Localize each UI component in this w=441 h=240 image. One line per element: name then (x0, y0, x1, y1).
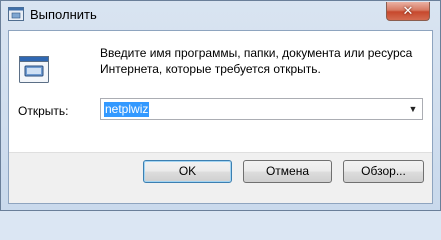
window-title: Выполнить (30, 7, 97, 22)
dialog-body: Введите имя программы, папки, документа … (8, 30, 433, 204)
cancel-button[interactable]: Отмена (243, 160, 332, 183)
run-dialog: Выполнить ✕ Введите имя программы, папки… (0, 0, 441, 211)
run-app-icon (8, 7, 24, 21)
title-bar: Выполнить ✕ (1, 1, 440, 29)
description-text: Введите имя программы, папки, документа … (100, 46, 413, 76)
open-label: Открыть: (18, 104, 69, 118)
run-program-icon (19, 56, 49, 83)
chevron-down-icon[interactable]: ▼ (405, 100, 421, 118)
open-input-value[interactable]: netplwiz (104, 102, 150, 117)
ok-button[interactable]: OK (143, 160, 232, 183)
open-combobox[interactable]: netplwiz ▼ (100, 98, 423, 120)
close-icon: ✕ (402, 3, 414, 18)
close-button[interactable]: ✕ (386, 2, 430, 21)
browse-button[interactable]: Обзор... (343, 160, 424, 183)
